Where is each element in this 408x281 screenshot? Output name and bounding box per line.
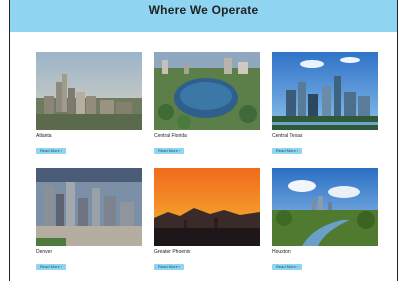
location-name: Denver [36, 249, 53, 255]
read-more-button[interactable]: Read More › [36, 264, 67, 270]
location-name: Greater Phoenix [154, 249, 191, 255]
page-title: Where We Operate [148, 3, 259, 17]
central-texas-skyline-image[interactable] [272, 52, 378, 130]
location-card-greater-phoenix: Greater Phoenix Read More › [154, 168, 260, 273]
location-card-atlanta: Atlanta Read More › [36, 52, 142, 157]
page-frame: Where We Operate Atlanta Read More › Cen… [9, 0, 398, 281]
read-more-button[interactable]: Read More › [272, 148, 303, 154]
location-name: Houston [272, 249, 291, 255]
atlanta-skyline-image[interactable] [36, 52, 142, 130]
location-name: Central Texas [272, 133, 303, 139]
page-header: Where We Operate [10, 0, 397, 32]
greater-phoenix-sunset-image[interactable] [154, 168, 260, 246]
location-name: Central Florida [154, 133, 187, 139]
location-card-central-florida: Central Florida Read More › [154, 52, 260, 157]
central-florida-lake-image[interactable] [154, 52, 260, 130]
location-name: Atlanta [36, 133, 52, 139]
houston-park-image[interactable] [272, 168, 378, 246]
location-card-houston: Houston Read More › [272, 168, 378, 273]
read-more-button[interactable]: Read More › [272, 264, 303, 270]
location-card-central-texas: Central Texas Read More › [272, 52, 378, 157]
read-more-button[interactable]: Read More › [36, 148, 67, 154]
read-more-button[interactable]: Read More › [154, 264, 185, 270]
location-card-denver: Denver Read More › [36, 168, 142, 273]
read-more-button[interactable]: Read More › [154, 148, 185, 154]
denver-skyline-image[interactable] [36, 168, 142, 246]
